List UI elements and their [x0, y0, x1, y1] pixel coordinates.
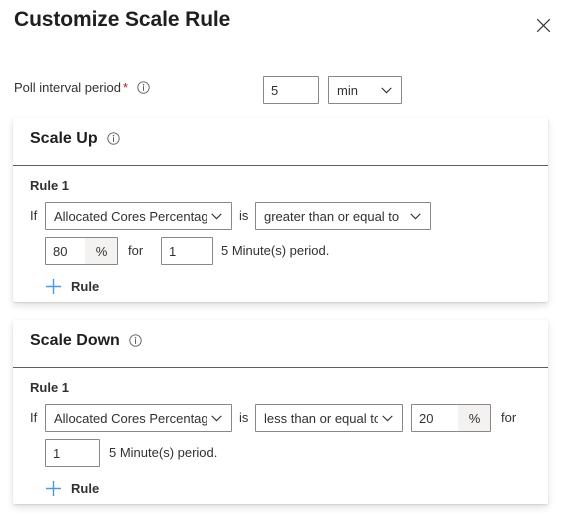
- scale-up-threshold-suffix: %: [85, 238, 117, 264]
- scale-up-card-header: Scale Up: [13, 118, 548, 166]
- chevron-down-icon: [377, 87, 395, 94]
- poll-interval-value-input[interactable]: [263, 76, 319, 104]
- scale-down-period-text: 5 Minute(s) period.: [109, 445, 218, 460]
- scale-up-duration-input[interactable]: [161, 237, 213, 265]
- scale-up-period-text: 5 Minute(s) period.: [221, 243, 330, 258]
- plus-icon: [45, 480, 62, 497]
- chevron-down-icon: [406, 213, 424, 220]
- close-button[interactable]: [528, 10, 558, 40]
- info-icon[interactable]: [107, 132, 120, 145]
- scale-down-metric-select[interactable]: Allocated Cores Percentage: [45, 404, 232, 432]
- panel-header: Customize Scale Rule: [0, 0, 570, 58]
- poll-interval-label: Poll interval period *: [14, 80, 150, 95]
- scale-up-operator-select[interactable]: greater than or equal to: [255, 202, 431, 230]
- scale-down-threshold-input[interactable]: [412, 405, 458, 431]
- scale-up-if-text: If: [30, 208, 38, 223]
- scale-up-metric-select[interactable]: Allocated Cores Percentage: [45, 202, 232, 230]
- scale-up-condition-row-1: If Allocated Cores Percentage is greater…: [13, 202, 548, 230]
- scale-up-add-rule-button[interactable]: Rule: [45, 274, 99, 298]
- scale-down-threshold-suffix: %: [458, 405, 490, 431]
- scale-down-add-rule-button[interactable]: Rule: [45, 476, 99, 500]
- customize-scale-rule-panel: Customize Scale Rule Poll interval perio…: [0, 0, 570, 530]
- scale-up-threshold-input[interactable]: [46, 238, 85, 264]
- scale-up-metric-value: Allocated Cores Percentage: [54, 208, 207, 224]
- card-divider: [13, 367, 548, 368]
- scale-down-rule-1-label: Rule 1: [30, 380, 70, 395]
- scale-up-threshold-group[interactable]: %: [45, 237, 118, 265]
- scale-down-if-text: If: [30, 410, 38, 425]
- scale-down-card-header: Scale Down: [13, 320, 548, 368]
- scale-up-title: Scale Up: [30, 130, 120, 148]
- scale-up-condition-row-2: % for 5 Minute(s) period.: [13, 237, 548, 265]
- scale-up-for-text: for: [128, 243, 144, 258]
- plus-icon: [45, 278, 62, 295]
- poll-interval-unit-select[interactable]: min: [328, 76, 402, 104]
- scale-down-duration-input[interactable]: [45, 439, 100, 467]
- scale-down-card: Scale Down Rule 1 If Allocated Cores Per…: [13, 320, 548, 504]
- poll-interval-row: Poll interval period* min: [14, 76, 556, 104]
- scale-down-threshold-group[interactable]: %: [411, 404, 491, 432]
- scale-down-condition-row-2: 5 Minute(s) period.: [13, 439, 548, 467]
- scale-down-condition-row-1: If Allocated Cores Percentage is less th…: [13, 404, 548, 432]
- close-icon: [536, 18, 551, 33]
- scale-up-card: Scale Up Rule 1 If Allocated Cores Perce…: [13, 118, 548, 302]
- scale-down-add-rule-label: Rule: [71, 480, 100, 496]
- scale-up-rule-1-label: Rule 1: [30, 178, 70, 193]
- scale-down-metric-value: Allocated Cores Percentage: [54, 410, 207, 426]
- card-divider: [13, 165, 548, 166]
- scale-up-title-text: Scale Up: [30, 130, 98, 147]
- poll-interval-unit-value: min: [337, 82, 358, 98]
- chevron-down-icon: [378, 415, 396, 422]
- scale-down-for-text: for: [501, 410, 517, 425]
- scale-down-title: Scale Down: [30, 332, 142, 350]
- poll-interval-label-text: Poll interval period: [14, 80, 121, 95]
- page-title: Customize Scale Rule: [14, 8, 231, 31]
- scale-up-operator-value: greater than or equal to: [264, 208, 400, 224]
- scale-up-add-rule-label: Rule: [71, 278, 100, 294]
- scale-down-operator-value: less than or equal to: [264, 410, 378, 426]
- required-marker: *: [122, 80, 129, 95]
- chevron-down-icon: [207, 415, 225, 422]
- scale-down-title-text: Scale Down: [30, 332, 120, 349]
- info-icon[interactable]: [129, 334, 142, 347]
- scale-up-is-text: is: [239, 208, 249, 223]
- chevron-down-icon: [207, 213, 225, 220]
- scale-down-is-text: is: [239, 410, 249, 425]
- scale-down-operator-select[interactable]: less than or equal to: [255, 404, 403, 432]
- info-icon[interactable]: [136, 81, 150, 94]
